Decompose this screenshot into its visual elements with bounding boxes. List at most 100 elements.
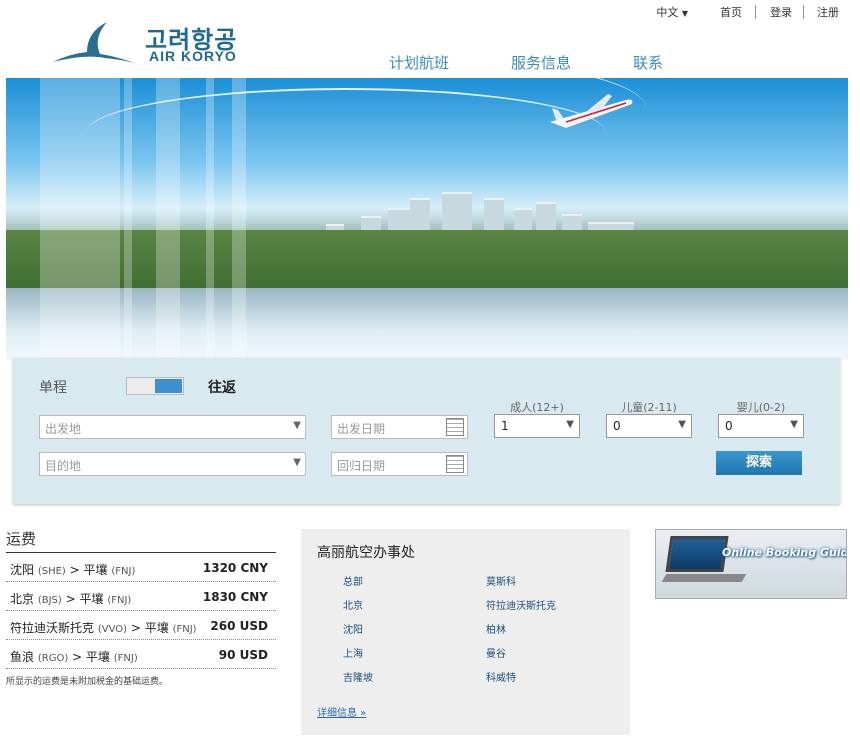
office-link[interactable]: 符拉迪沃斯托克 [486,597,556,612]
divider [803,5,804,19]
dropdown-arrow-icon: ▼ [293,457,301,468]
fare-row[interactable]: 北京 (BJS) > 平壤 (FNJ) 1830 CNY [6,582,276,611]
office-link[interactable]: 科威特 [486,669,516,684]
dropdown-arrow-icon: ▼ [678,419,686,430]
adults-label: 成人(12+) [510,401,564,414]
laptop-base [661,574,747,582]
office-link[interactable]: 总部 [343,573,363,588]
crane-logo-icon [53,22,137,64]
fare-route: 沈阳 (SHE) > 平壤 (FNJ) [10,563,136,577]
fare-to-code: (FNJ) [172,624,197,635]
office-link[interactable]: 上海 [343,645,363,660]
origin-select[interactable]: 出发地 ▼ [39,415,306,439]
fare-price: 260 USD [210,619,268,633]
origin-placeholder: 出发地 [45,422,82,436]
fare-to: 平壤 [83,563,108,577]
toggle-knob [155,379,182,393]
light-band [40,78,120,360]
children-select[interactable]: 0 ▼ [606,414,692,438]
fare-route: 北京 (BJS) > 平壤 (FNJ) [10,592,132,606]
fare-to-code: (FNJ) [113,653,138,664]
calendar-icon[interactable] [446,455,464,473]
guide-text: Online Booking Guide [722,546,847,559]
fare-row[interactable]: 符拉迪沃斯托克 (VVO) > 平壤 (FNJ) 260 USD [6,611,276,640]
calendar-icon[interactable] [446,418,464,436]
light-band [124,78,132,360]
dropdown-arrow-icon: ▼ [293,420,301,431]
fare-from: 沈阳 [10,563,35,577]
nav-contact[interactable]: 联系 [633,52,663,73]
depart-date-placeholder: 出发日期 [337,422,386,436]
fare-price: 1830 CNY [202,590,268,604]
fares-panel: 运费 沈阳 (SHE) > 平壤 (FNJ) 1320 CNY 北京 (BJS)… [6,528,276,687]
adults-value: 1 [501,419,509,433]
fares-title: 运费 [6,528,276,553]
language-label: 中文 [656,6,679,19]
flight-search-panel: 单程 往返 出发地 ▼ 目的地 ▼ 出发日期 回归日期 成人(12+) 1 ▼ 儿… [13,358,840,504]
fare-note: 所显示的运费是未附加税金的基础运费。 [6,677,169,687]
fare-from-code: (RGO) [37,653,69,664]
office-link[interactable]: 柏林 [486,621,506,636]
light-band [206,78,214,360]
one-way-option[interactable]: 单程 [39,377,67,397]
fare-from-code: (VVO) [97,624,128,635]
fare-to: 平壤 [85,650,110,664]
search-button[interactable]: 探索 [716,451,802,475]
return-date-placeholder: 回归日期 [337,459,386,473]
trees-ground [6,230,848,290]
fare-from-code: (SHE) [37,566,66,577]
fare-to: 平壤 [144,621,169,635]
dropdown-arrow-icon: ▼ [790,419,798,430]
office-link[interactable]: 沈阳 [343,621,363,636]
offices-panel: 高丽航空办事处 总部 北京 沈阳 上海 吉隆坡 莫斯科 符拉迪沃斯托克 柏林 曼… [301,529,630,735]
login-link[interactable]: 登录 [770,4,792,20]
fare-row[interactable]: 鱼浪 (RGO) > 平壤 (FNJ) 90 USD [6,640,276,669]
caret-down-icon: ▼ [681,9,688,18]
infants-select[interactable]: 0 ▼ [718,414,804,438]
fare-route: 符拉迪沃斯托克 (VVO) > 平壤 (FNJ) [10,621,197,635]
fare-to-code: (FNJ) [111,566,136,577]
office-link[interactable]: 莫斯科 [486,573,516,588]
office-link[interactable]: 北京 [343,597,363,612]
children-value: 0 [613,419,621,433]
fare-route: 鱼浪 (RGO) > 平壤 (FNJ) [10,650,138,664]
airplane-icon [550,94,633,128]
light-band [156,78,180,360]
infants-value: 0 [725,419,733,433]
fare-from-code: (BJS) [37,595,62,606]
dropdown-arrow-icon: ▼ [566,419,574,430]
infants-label: 婴儿(0-2) [736,401,786,414]
round-trip-option[interactable]: 往返 [208,377,236,397]
air-koryo-logo[interactable]: 고려항공 AIR KORYO [45,18,265,68]
nav-service[interactable]: 服务信息 [511,52,571,73]
register-link[interactable]: 注册 [817,4,839,20]
laptop-icon [665,536,729,572]
depart-date-input[interactable]: 出发日期 [331,415,468,439]
destination-select[interactable]: 目的地 ▼ [39,452,306,476]
fare-from: 北京 [10,592,35,606]
trip-type-toggle[interactable] [126,377,184,395]
online-booking-guide-banner[interactable]: Online Booking Guide [655,529,847,599]
fare-from: 符拉迪沃斯托克 [10,621,95,635]
fare-to: 平壤 [79,592,104,606]
more-info-link[interactable]: 详细信息 » [317,704,366,719]
destination-placeholder: 目的地 [45,459,82,473]
offices-title: 高丽航空办事处 [317,545,415,561]
fare-from: 鱼浪 [10,650,35,664]
children-label: 儿童(2-11) [621,401,677,414]
office-link[interactable]: 曼谷 [486,645,506,660]
fare-price: 1320 CNY [202,561,268,575]
divider [755,5,756,19]
nav-schedule[interactable]: 计划航班 [389,52,449,73]
fare-row[interactable]: 沈阳 (SHE) > 平壤 (FNJ) 1320 CNY [6,553,276,582]
language-selector[interactable]: 中文 ▼ [656,4,688,20]
home-link[interactable]: 首页 [720,4,742,20]
light-band [232,78,246,360]
water-reflection [6,288,848,360]
office-link[interactable]: 吉隆坡 [343,669,373,684]
fare-price: 90 USD [218,648,268,662]
adults-select[interactable]: 1 ▼ [494,414,580,438]
fare-to-code: (FNJ) [107,595,132,606]
hero-banner [6,78,848,360]
return-date-input[interactable]: 回归日期 [331,452,468,476]
